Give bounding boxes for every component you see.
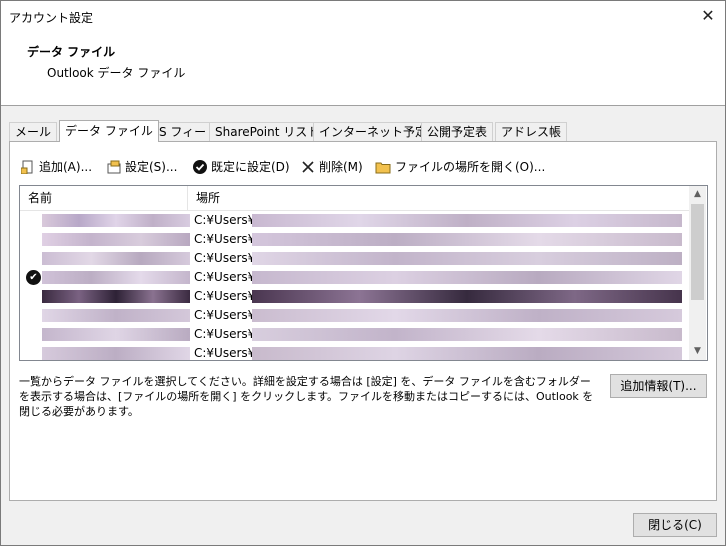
redacted-file-name: [42, 233, 190, 246]
list-item[interactable]: C:¥Users¥: [20, 287, 689, 306]
redacted-file-name: [42, 290, 190, 303]
redacted-file-path: [252, 328, 682, 341]
list-header: 名前 場所: [20, 186, 689, 211]
instructions-text: 一覧からデータ ファイルを選択してください。詳細を設定する場合は [設定] を、…: [19, 375, 594, 418]
file-location: C:¥Users¥: [194, 213, 256, 227]
set-default-button[interactable]: 既定に設定(D): [193, 157, 290, 177]
redacted-file-name: [42, 328, 190, 341]
file-location: C:¥Users¥: [194, 346, 256, 360]
delete-button[interactable]: 削除(M): [301, 157, 363, 177]
tab-data-files[interactable]: データ ファイル: [59, 120, 159, 142]
window-title: アカウント設定: [9, 11, 94, 25]
redacted-file-path: [252, 271, 682, 284]
list-item[interactable]: C:¥Users¥: [20, 211, 689, 230]
list-item[interactable]: C:¥Users¥: [20, 344, 689, 360]
redacted-file-path: [252, 252, 682, 265]
file-location: C:¥Users¥: [194, 251, 256, 265]
redacted-file-name: [42, 214, 190, 227]
redacted-file-path: [252, 347, 682, 360]
scrollbar-thumb[interactable]: [691, 204, 704, 300]
default-check-icon: [193, 160, 207, 174]
add-data-file-icon: [21, 160, 33, 174]
column-header-location[interactable]: 場所: [188, 186, 676, 210]
header-title: データ ファイル: [27, 45, 116, 59]
file-location: C:¥Users¥: [194, 270, 256, 284]
list-item-default[interactable]: ✔ C:¥Users¥: [20, 268, 689, 287]
file-location: C:¥Users¥: [194, 232, 256, 246]
settings-button[interactable]: 設定(S)...: [107, 157, 177, 177]
scroll-down-icon[interactable]: ▼: [689, 343, 706, 360]
close-icon[interactable]: ✕: [695, 3, 721, 29]
default-check-icon: ✔: [26, 270, 41, 285]
delete-icon: [302, 161, 314, 173]
more-info-button[interactable]: 追加情報(T)...: [610, 374, 707, 398]
redacted-file-name: [42, 347, 190, 360]
tab-mail[interactable]: メール: [9, 122, 58, 141]
redacted-file-name: [42, 252, 190, 265]
close-button[interactable]: 閉じる(C): [633, 513, 717, 537]
redacted-file-path: [252, 233, 682, 246]
open-file-location-button[interactable]: ファイルの場所を開く(O)...: [375, 157, 545, 177]
list-item[interactable]: C:¥Users¥: [20, 249, 689, 268]
tab-address-books[interactable]: アドレス帳: [495, 122, 568, 141]
settings-button-label: 設定(S)...: [125, 160, 178, 174]
scroll-up-icon[interactable]: ▲: [689, 186, 706, 203]
data-file-list[interactable]: 名前 場所 C:¥Users¥ C:¥Users¥ C:¥Users¥ ✔ C:…: [19, 185, 708, 361]
add-button-label: 追加(A)...: [39, 160, 93, 174]
file-location: C:¥Users¥: [194, 327, 256, 341]
redacted-file-name: [42, 309, 190, 322]
account-settings-window: アカウント設定 ✕ データ ファイル Outlook データ ファイル メール …: [0, 0, 726, 546]
file-location: C:¥Users¥: [194, 289, 256, 303]
redacted-file-name: [42, 271, 190, 284]
add-button[interactable]: 追加(A)...: [21, 157, 92, 177]
vertical-scrollbar[interactable]: ▲ ▼: [689, 186, 706, 360]
header-subtitle: Outlook データ ファイル: [47, 66, 186, 80]
column-header-name[interactable]: 名前: [20, 186, 186, 210]
tab-published-calendars[interactable]: 公開予定表: [421, 122, 494, 141]
settings-icon: [107, 160, 121, 174]
dialog-header: データ ファイル Outlook データ ファイル: [1, 31, 725, 106]
redacted-file-path: [252, 214, 682, 227]
set-default-button-label: 既定に設定(D): [211, 160, 290, 174]
redacted-file-path: [252, 309, 682, 322]
folder-icon: [375, 162, 391, 174]
title-bar: アカウント設定 ✕: [1, 1, 725, 31]
open-file-location-button-label: ファイルの場所を開く(O)...: [395, 160, 546, 174]
file-location: C:¥Users¥: [194, 308, 256, 322]
delete-button-label: 削除(M): [319, 160, 363, 174]
redacted-file-path: [252, 290, 682, 303]
list-item[interactable]: C:¥Users¥: [20, 325, 689, 344]
list-item[interactable]: C:¥Users¥: [20, 306, 689, 325]
tab-sharepoint-lists[interactable]: SharePoint リスト: [209, 122, 326, 141]
list-item[interactable]: C:¥Users¥: [20, 230, 689, 249]
